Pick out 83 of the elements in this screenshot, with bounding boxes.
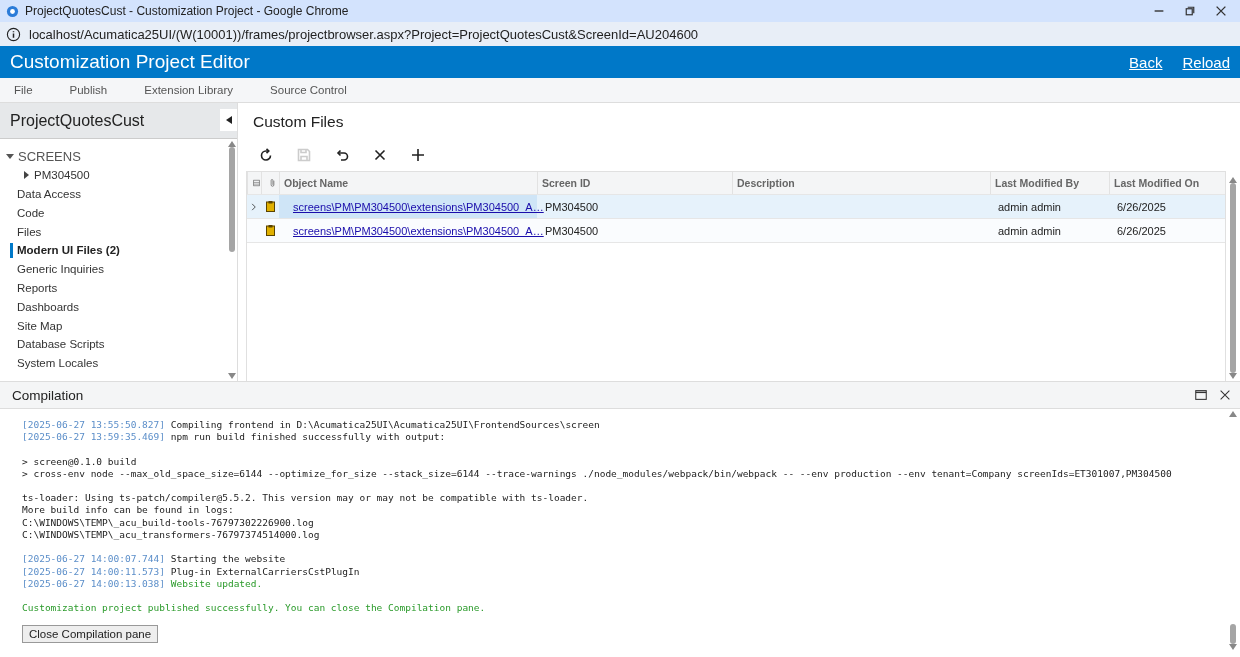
page-title: Customization Project Editor — [10, 51, 251, 73]
table-row[interactable]: screens\PM\PM304500\extensions\PM304500_A…PM304500 admin admin 6/26/2025 — [247, 195, 1225, 219]
maximize-icon — [1194, 388, 1208, 402]
menu-item[interactable]: Extension Library — [130, 84, 247, 96]
tree-item[interactable]: Generic Inquiries — [17, 263, 104, 276]
log-line: [2025-06-27 14:00:07.744] Starting the website — [22, 553, 287, 566]
close-icon — [1218, 388, 1232, 402]
column-header[interactable]: Screen ID — [537, 172, 732, 194]
file-link[interactable]: screens\PM\PM304500\extensions\PM304500_A… — [287, 224, 544, 237]
menu-item[interactable]: Source Control — [256, 84, 360, 96]
column-header[interactable]: Description — [732, 172, 990, 194]
log-line: [2025-06-27 14:00:11.573] Plug-in ExternalCarriersCstPlugIn — [22, 565, 361, 578]
chevron-icon — [249, 200, 259, 213]
grid-settings-icon — [252, 178, 261, 188]
log-line: Customization project published successfully. You can close the Compilation pane. — [22, 602, 487, 615]
tree-item[interactable]: Files — [17, 225, 42, 238]
header-link[interactable]: Back — [1129, 53, 1163, 71]
file-icon — [265, 201, 275, 212]
column-header[interactable]: Last Modified By — [990, 172, 1109, 194]
window-title: ProjectQuotesCust - Customization Project - Google Chrome — [25, 4, 350, 18]
menu-item[interactable]: Publish — [55, 84, 121, 96]
close-icon — [372, 147, 388, 163]
scroll-up-icon[interactable] — [1229, 177, 1237, 183]
header-link[interactable]: Reload — [1182, 53, 1230, 71]
table-cell: 6/26/2025 — [1117, 224, 1166, 237]
paperclip-icon — [267, 177, 278, 189]
scrollbar[interactable] — [227, 139, 237, 381]
caret-icon[interactable] — [6, 152, 14, 161]
file-icon — [265, 225, 275, 236]
scroll-up-icon[interactable] — [228, 141, 236, 147]
restore-icon — [1184, 5, 1196, 17]
log-line: [2025-06-27 14:00:13.038] Website updated. — [22, 577, 264, 591]
log-line: [2025-06-27 13:55:50.827] Compiling frontend in D:\Acumatica25UI\Acumatica25UI\FrontendSources\screen — [22, 419, 601, 432]
tree-item[interactable]: SCREENS — [18, 148, 81, 164]
log-line: C:\WINDOWS\TEMP\_acu_transformers-76797374514000.log — [22, 529, 321, 542]
scroll-up-icon[interactable] — [1229, 411, 1237, 417]
save-icon — [296, 147, 312, 163]
scrollbar-thumb[interactable] — [1230, 183, 1236, 373]
menu-item[interactable]: File — [0, 84, 46, 96]
table-cell: admin admin — [998, 224, 1061, 237]
plus-icon — [410, 147, 426, 163]
scrollbar[interactable] — [1226, 175, 1240, 381]
selection-bar — [10, 243, 13, 258]
table-cell: PM304500 — [545, 200, 599, 213]
info-icon — [6, 26, 21, 42]
tree-item[interactable]: Dashboards — [17, 300, 79, 313]
tree-item[interactable]: Code — [17, 206, 45, 219]
log-line: ts-loader: Using ts-patch/compiler@5.5.2. This version may or may not be compatible with ts-loader. — [22, 492, 590, 505]
scrollbar-thumb[interactable] — [229, 147, 235, 252]
section-title: Custom Files — [253, 113, 344, 130]
log-line: [2025-06-27 13:59:35.469] npm run build finished successfully with output: — [22, 431, 447, 444]
caret-icon — [225, 116, 232, 124]
scroll-down-icon[interactable] — [1229, 373, 1237, 379]
column-header[interactable]: Last Modified On — [1109, 172, 1225, 194]
tree-item[interactable]: PM304500 — [34, 169, 90, 182]
project-title: ProjectQuotesCust — [10, 111, 145, 130]
close-icon — [1214, 4, 1228, 18]
refresh-icon — [258, 147, 274, 163]
table-row[interactable]: screens\PM\PM304500\extensions\PM304500_A…PM304500 admin admin 6/26/2025 — [247, 219, 1225, 243]
undo-icon — [334, 147, 350, 163]
scroll-down-icon[interactable] — [228, 373, 236, 379]
app-icon — [6, 4, 19, 18]
tree-item[interactable]: Data Access — [17, 188, 81, 200]
pane-title: Compilation — [12, 387, 85, 403]
tree-item[interactable]: System Locales — [17, 357, 99, 370]
table-cell: admin admin — [998, 200, 1061, 213]
log-line: > screen@0.1.0 build — [22, 455, 138, 468]
log-line: C:\WINDOWS\TEMP\_acu_build-tools-76797302226900.log — [22, 516, 315, 530]
tree-item[interactable]: Reports — [17, 281, 58, 294]
log-line: > cross-env node --max_old_space_size=6144 --optimize_for_size --stack_size=6144 --trace-warnings ./node_modules/webpack/bin/webpack -- --env production --env tenant=Company screenIds=ET301007,PM304500 — [22, 467, 1173, 481]
scroll-down-icon[interactable] — [1229, 644, 1237, 650]
column-header[interactable]: Object Name — [279, 172, 537, 194]
table-cell: 6/26/2025 — [1117, 200, 1166, 213]
collapse-button[interactable] — [220, 109, 237, 131]
tree-item[interactable]: Modern UI Files (2) — [17, 244, 120, 257]
file-link[interactable]: screens\PM\PM304500\extensions\PM304500_A… — [287, 200, 544, 213]
tree-item[interactable]: Site Map — [17, 319, 63, 332]
tree-item[interactable]: Database Scripts — [17, 338, 105, 351]
close-pane-button[interactable]: Close Compilation pane — [22, 624, 159, 643]
scrollbar-thumb[interactable] — [1230, 624, 1236, 644]
table-cell: PM304500 — [545, 224, 599, 237]
caret-icon[interactable] — [22, 171, 30, 180]
log-line: More build info can be found in logs: — [22, 504, 235, 517]
